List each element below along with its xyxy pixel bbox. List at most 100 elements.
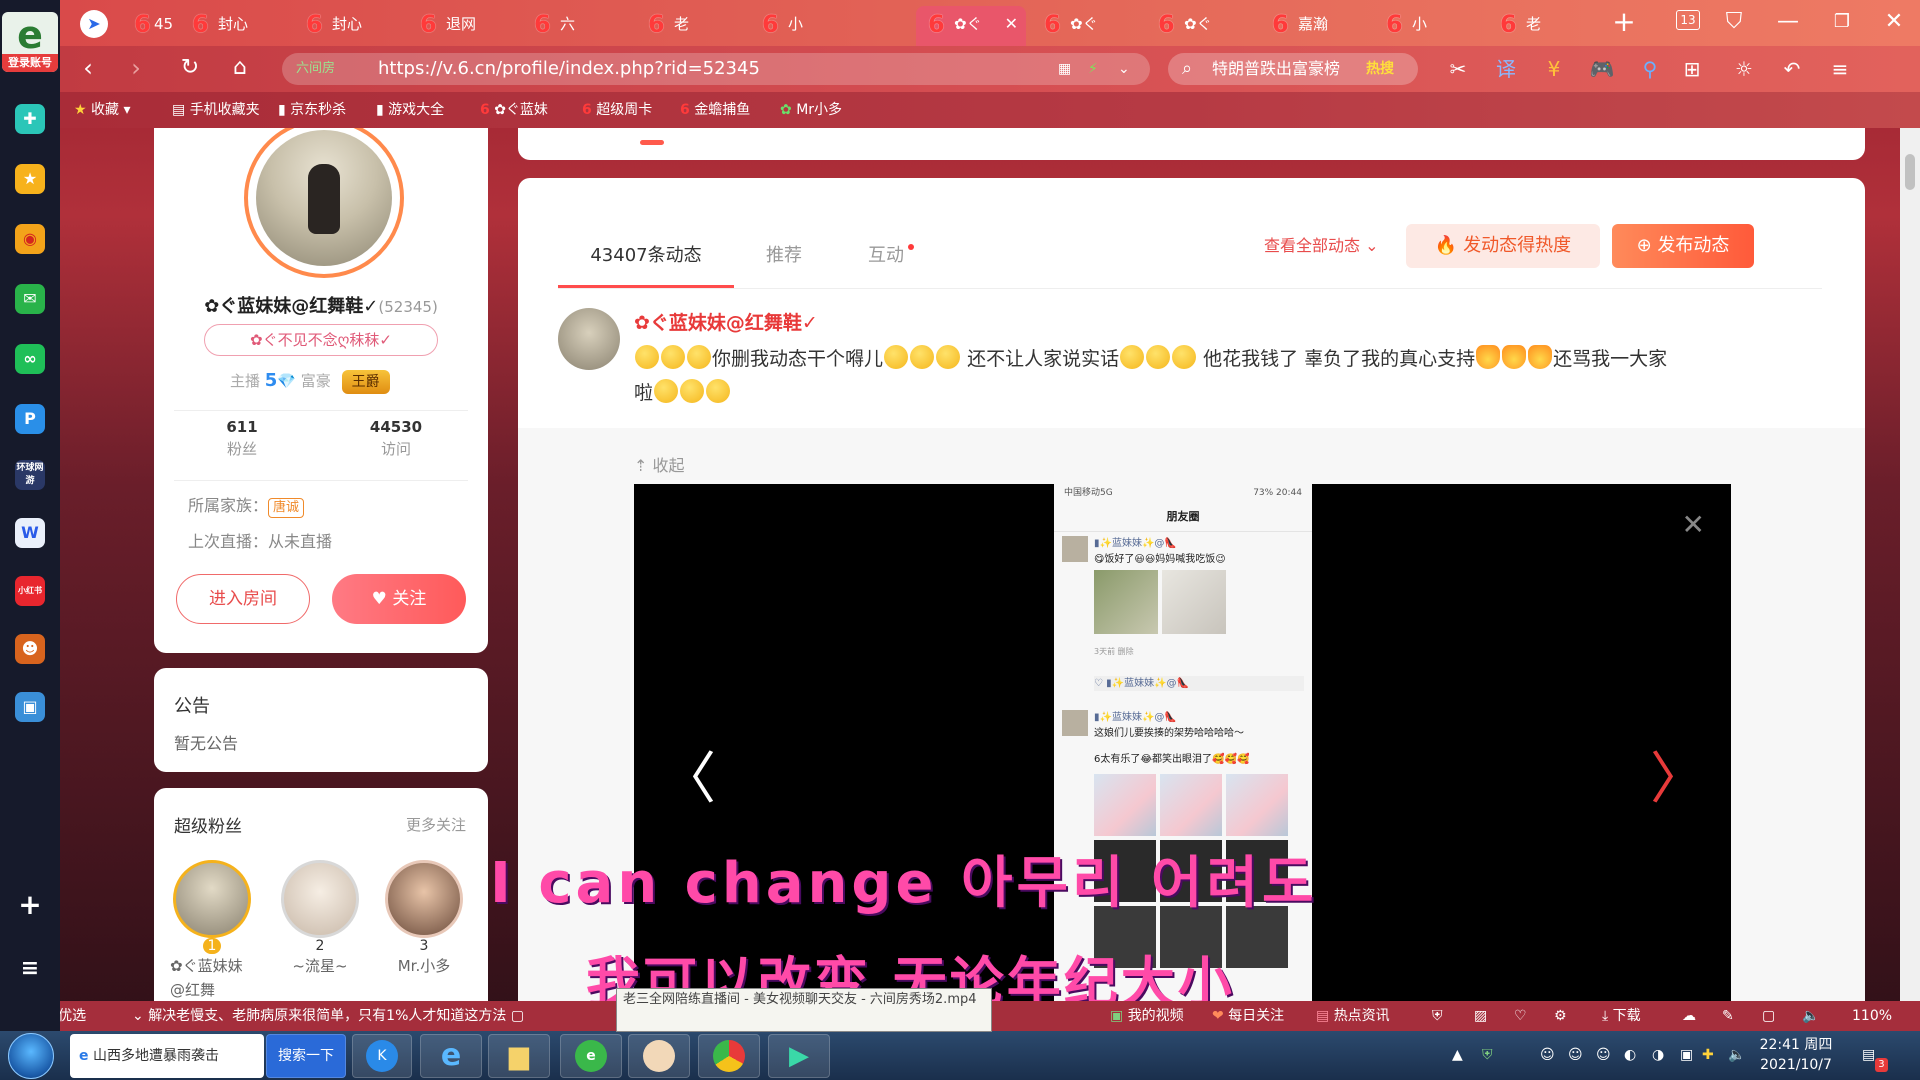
restore-icon[interactable]: ❐	[1820, 0, 1864, 46]
fans-stat[interactable]: 611 粉丝	[182, 418, 302, 459]
page-scrollbar[interactable]	[1900, 128, 1920, 1001]
my-video[interactable]: ▣ 我的视频	[1110, 1001, 1184, 1031]
translate-icon[interactable]: 译	[1488, 46, 1524, 92]
tab-active[interactable]: 6 ✿ぐ ✕	[916, 6, 1026, 46]
weibo-icon[interactable]: ◉	[15, 224, 45, 254]
tab-4[interactable]: 6 退网	[408, 6, 508, 46]
qr-icon[interactable]: ▦	[1058, 53, 1071, 85]
back-icon[interactable]: ‹	[68, 46, 108, 92]
super-fan-item[interactable]: 3 Mr.小多	[382, 860, 466, 978]
image-viewer[interactable]: 中国移动5G 73% 20:44 朋友圈 ▮✨蓝妹妹✨@👠 😋饭好了😃😃妈妈喊我吃…	[634, 484, 1731, 1001]
menu-icon[interactable]: ≡	[15, 954, 45, 984]
network-icon[interactable]: ▣	[1680, 1031, 1693, 1080]
view-all-posts[interactable]: 查看全部动态 ⌄	[1264, 224, 1379, 268]
brightness-icon[interactable]: ☼	[1726, 46, 1762, 92]
url-text[interactable]: https://v.6.cn/profile/index.php?rid=523…	[378, 53, 760, 85]
publish-post-button[interactable]: ⊕ 发布动态	[1612, 224, 1754, 268]
close-viewer-icon[interactable]: ✕	[1682, 508, 1705, 541]
tab-6[interactable]: 6老	[636, 6, 736, 46]
xiaohongshu-icon[interactable]: 小红书	[15, 576, 45, 606]
bookmark-fishing[interactable]: 6 金蟾捕鱼	[680, 92, 750, 128]
prev-arrow-icon[interactable]: 〈	[660, 734, 716, 815]
bookmark-favorites[interactable]: ★ 收藏 ▾	[74, 92, 131, 128]
close-window-icon[interactable]: ✕	[1872, 0, 1916, 46]
taskbar-360-browser[interactable]: e	[560, 1034, 622, 1078]
follow-button[interactable]: ♥ 关注	[332, 574, 466, 624]
bookmark-games[interactable]: ▮ 游戏大全	[376, 92, 444, 128]
taskbar-search-button[interactable]: 搜索一下	[266, 1034, 346, 1078]
bookmark-jd[interactable]: ▮ 京东秒杀	[278, 92, 346, 128]
edit-icon[interactable]: ✎	[1722, 1001, 1734, 1031]
cloud-icon[interactable]: ☁	[1682, 1001, 1696, 1031]
qq-icon[interactable]: ☺	[1540, 1031, 1555, 1080]
enter-room-button[interactable]: 进入房间	[176, 574, 310, 624]
taskbar-explorer[interactable]: ▆	[488, 1034, 550, 1078]
super-fan-item[interactable]: 2 ~流星~	[278, 860, 362, 978]
lightning-icon[interactable]: ⚡	[1088, 53, 1098, 85]
tab-13[interactable]: 6老	[1488, 6, 1588, 46]
hot-news[interactable]: ▤ 热点资讯	[1316, 1001, 1390, 1031]
login-label[interactable]: 登录账号	[2, 54, 58, 72]
profile-avatar[interactable]	[244, 128, 404, 278]
taskbar-chrome[interactable]	[698, 1034, 760, 1078]
speaker-icon[interactable]: 🔈	[1728, 1031, 1745, 1080]
search-box[interactable]: ⌕ 特朗普跌出富豪榜 热搜	[1168, 53, 1418, 85]
taskbar-player[interactable]: ▶	[768, 1034, 830, 1078]
taskbar-ie[interactable]: e	[420, 1034, 482, 1078]
scissors-icon[interactable]: ✂	[1440, 46, 1476, 92]
bookmark-lanmei[interactable]: 6 ✿ぐ蓝妹	[480, 92, 548, 128]
zoom-level[interactable]: 110%	[1852, 1001, 1892, 1031]
home-icon[interactable]: ⌂	[220, 46, 260, 92]
browser-logo[interactable]: e 登录账号	[2, 12, 58, 72]
grid-icon[interactable]: ⊞	[1674, 46, 1710, 92]
taskbar-video-app[interactable]	[628, 1034, 690, 1078]
next-arrow-icon[interactable]: 〉	[1650, 734, 1706, 815]
tab-7[interactable]: 6小	[750, 6, 850, 46]
main-menu-icon[interactable]: ≡	[1822, 46, 1858, 92]
tab-11[interactable]: 6 嘉瀚	[1260, 6, 1360, 46]
game-icon[interactable]: 环球网游	[15, 460, 45, 490]
tab-5[interactable]: 6六	[522, 6, 622, 46]
bookmark-mobile[interactable]: ▤ 手机收藏夹	[172, 92, 260, 128]
collapse-button[interactable]: ⇡ 收起	[634, 452, 685, 476]
forward-icon[interactable]: ›	[116, 46, 156, 92]
photo-icon[interactable]: ▣	[15, 692, 45, 722]
qq-icon[interactable]: ☺	[1596, 1031, 1611, 1080]
tray-app-icon[interactable]: ◑	[1652, 1031, 1664, 1080]
heat-post-button[interactable]: 🔥 发动态得热度	[1406, 224, 1600, 268]
window-icon[interactable]: ▢	[1762, 1001, 1775, 1031]
family-badge[interactable]: 唐诚	[268, 498, 305, 518]
tab-count-badge[interactable]: 13	[1666, 0, 1710, 46]
letter-p-icon[interactable]: P	[15, 404, 45, 434]
tab-12[interactable]: 6小	[1374, 6, 1474, 46]
tab-2[interactable]: 6 封心	[180, 6, 280, 46]
gamepad-icon[interactable]: 🎮	[1584, 46, 1620, 92]
tab-close-icon[interactable]: ✕	[1005, 6, 1018, 42]
wechat-icon[interactable]: ∞	[15, 344, 45, 374]
tray-app-icon[interactable]: ◐	[1624, 1031, 1636, 1080]
qq-icon[interactable]: ☺	[1568, 1031, 1583, 1080]
favorites-star-icon[interactable]: ★	[15, 164, 45, 194]
add-app-icon[interactable]: +	[15, 890, 45, 920]
more-follow-link[interactable]: 更多关注	[406, 814, 466, 835]
headline-news[interactable]: ⌄ 解决老慢支、老肺病原来很简单，只有1%人才知道这方法 ▢	[132, 1001, 524, 1031]
tray-plus-icon[interactable]: ✚	[1702, 1031, 1714, 1080]
download[interactable]: ⤓ 下载	[1602, 1001, 1641, 1031]
shield-icon[interactable]: ⛨	[1432, 1001, 1443, 1031]
tab-interaction[interactable]: 互动	[836, 224, 936, 288]
taskbar-kugou[interactable]: K	[352, 1034, 412, 1078]
refresh-icon[interactable]: ↻	[170, 46, 210, 92]
volume-icon[interactable]: 🔈	[1802, 1001, 1819, 1031]
tray-shield-icon[interactable]: ⛨	[1482, 1031, 1493, 1080]
daily-focus[interactable]: ❤ 每日关注	[1212, 1001, 1284, 1031]
game-character-icon[interactable]: ☻	[15, 634, 45, 664]
speed-icon[interactable]: ⚙	[1554, 1001, 1567, 1031]
bookmark-mrxiaoduo[interactable]: ✿ Mr小多	[780, 92, 842, 128]
url-bar[interactable]: 六间房 https://v.6.cn/profile/index.php?rid…	[282, 53, 1150, 85]
system-clock[interactable]: 22:41 周四 2021/10/7	[1748, 1035, 1844, 1075]
magnifier-icon[interactable]: ⚲	[1632, 46, 1668, 92]
search-query[interactable]: 特朗普跌出富豪榜	[1212, 53, 1340, 85]
image-tool-icon[interactable]: ▨	[1474, 1001, 1487, 1031]
heart-tool-icon[interactable]: ♡	[1514, 1001, 1527, 1031]
scrollbar-thumb[interactable]	[1905, 154, 1915, 190]
